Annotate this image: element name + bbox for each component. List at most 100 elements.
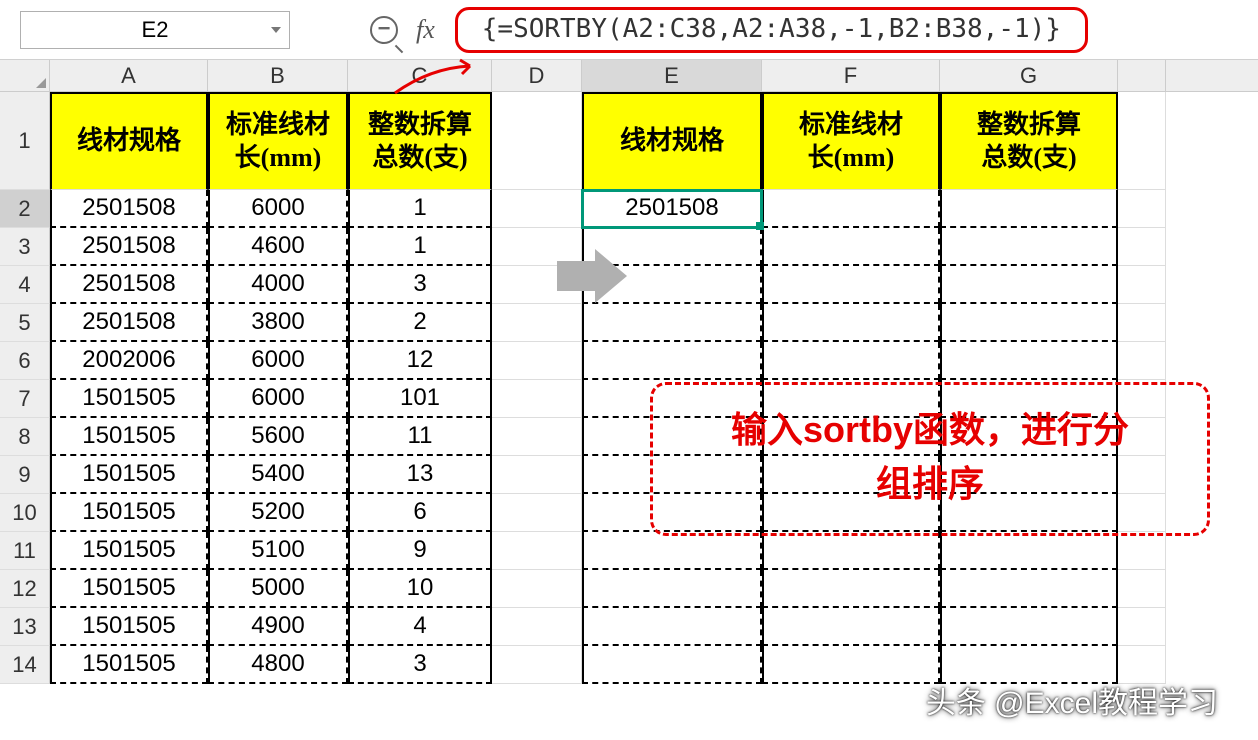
cell-C6[interactable]: 12	[348, 342, 492, 380]
header-spec-left[interactable]: 线材规格	[50, 92, 208, 190]
cell-A7[interactable]: 1501505	[50, 380, 208, 418]
col-header-E[interactable]: E	[582, 60, 762, 91]
cell-D14[interactable]	[492, 646, 582, 684]
cell-A9[interactable]: 1501505	[50, 456, 208, 494]
cell-D6[interactable]	[492, 342, 582, 380]
cell-F3[interactable]	[762, 228, 940, 266]
cell-H1[interactable]	[1118, 92, 1166, 190]
cell-B3[interactable]: 4600	[208, 228, 348, 266]
cell-B8[interactable]: 5600	[208, 418, 348, 456]
cell-B11[interactable]: 5100	[208, 532, 348, 570]
cell-C7[interactable]: 101	[348, 380, 492, 418]
col-header-D[interactable]: D	[492, 60, 582, 91]
row-header-10[interactable]: 10	[0, 494, 50, 532]
cell-B9[interactable]: 5400	[208, 456, 348, 494]
cell-C13[interactable]: 4	[348, 608, 492, 646]
cell-C2[interactable]: 1	[348, 190, 492, 228]
header-length-right[interactable]: 标准线材 长(mm)	[762, 92, 940, 190]
header-length-left[interactable]: 标准线材 长(mm)	[208, 92, 348, 190]
row-header-7[interactable]: 7	[0, 380, 50, 418]
zoom-out-icon[interactable]	[370, 16, 398, 44]
cell-A4[interactable]: 2501508	[50, 266, 208, 304]
cell-H12[interactable]	[1118, 570, 1166, 608]
col-header-A[interactable]: A	[50, 60, 208, 91]
col-header-F[interactable]: F	[762, 60, 940, 91]
cell-D10[interactable]	[492, 494, 582, 532]
cell-B10[interactable]: 5200	[208, 494, 348, 532]
cell-H4[interactable]	[1118, 266, 1166, 304]
col-header-B[interactable]: B	[208, 60, 348, 91]
cell-A3[interactable]: 2501508	[50, 228, 208, 266]
cell-E12[interactable]	[582, 570, 762, 608]
cell-G3[interactable]	[940, 228, 1118, 266]
row-header-3[interactable]: 3	[0, 228, 50, 266]
row-header-4[interactable]: 4	[0, 266, 50, 304]
cell-D12[interactable]	[492, 570, 582, 608]
cell-F2[interactable]	[762, 190, 940, 228]
row-header-6[interactable]: 6	[0, 342, 50, 380]
col-header-C[interactable]: C	[348, 60, 492, 91]
cell-E5[interactable]	[582, 304, 762, 342]
cell-D13[interactable]	[492, 608, 582, 646]
cell-F13[interactable]	[762, 608, 940, 646]
name-box[interactable]: E2	[20, 11, 290, 49]
col-header-G[interactable]: G	[940, 60, 1118, 91]
cell-C10[interactable]: 6	[348, 494, 492, 532]
cell-E6[interactable]	[582, 342, 762, 380]
cell-G4[interactable]	[940, 266, 1118, 304]
cell-A11[interactable]: 1501505	[50, 532, 208, 570]
cell-G12[interactable]	[940, 570, 1118, 608]
cell-H5[interactable]	[1118, 304, 1166, 342]
cell-G6[interactable]	[940, 342, 1118, 380]
cell-C14[interactable]: 3	[348, 646, 492, 684]
cell-C8[interactable]: 11	[348, 418, 492, 456]
cell-C12[interactable]: 10	[348, 570, 492, 608]
cell-A5[interactable]: 2501508	[50, 304, 208, 342]
row-header-13[interactable]: 13	[0, 608, 50, 646]
cell-H2[interactable]	[1118, 190, 1166, 228]
cell-D1[interactable]	[492, 92, 582, 190]
cell-D5[interactable]	[492, 304, 582, 342]
cell-A12[interactable]: 1501505	[50, 570, 208, 608]
row-header-2[interactable]: 2	[0, 190, 50, 228]
row-header-14[interactable]: 14	[0, 646, 50, 684]
cell-A13[interactable]: 1501505	[50, 608, 208, 646]
cell-D11[interactable]	[492, 532, 582, 570]
cell-D9[interactable]	[492, 456, 582, 494]
col-header-H[interactable]	[1118, 60, 1166, 91]
cell-H13[interactable]	[1118, 608, 1166, 646]
formula-input[interactable]: {=SORTBY(A2:C38,A2:A38,-1,B2:B38,-1)}	[455, 7, 1088, 53]
cell-F4[interactable]	[762, 266, 940, 304]
cell-D7[interactable]	[492, 380, 582, 418]
cell-B14[interactable]: 4800	[208, 646, 348, 684]
cell-C11[interactable]: 9	[348, 532, 492, 570]
cell-E13[interactable]	[582, 608, 762, 646]
select-all-corner[interactable]	[0, 60, 50, 91]
cell-B13[interactable]: 4900	[208, 608, 348, 646]
cell-H3[interactable]	[1118, 228, 1166, 266]
cell-C3[interactable]: 1	[348, 228, 492, 266]
cell-B7[interactable]: 6000	[208, 380, 348, 418]
cell-A6[interactable]: 2002006	[50, 342, 208, 380]
header-count-right[interactable]: 整数拆算 总数(支)	[940, 92, 1118, 190]
row-header-1[interactable]: 1	[0, 92, 50, 190]
cell-E2[interactable]: 2501508	[582, 190, 762, 228]
cell-G11[interactable]	[940, 532, 1118, 570]
row-header-5[interactable]: 5	[0, 304, 50, 342]
cell-B6[interactable]: 6000	[208, 342, 348, 380]
cell-C4[interactable]: 3	[348, 266, 492, 304]
cell-H6[interactable]	[1118, 342, 1166, 380]
cell-B2[interactable]: 6000	[208, 190, 348, 228]
cell-A8[interactable]: 1501505	[50, 418, 208, 456]
cell-D2[interactable]	[492, 190, 582, 228]
cell-F6[interactable]	[762, 342, 940, 380]
fx-icon[interactable]: fx	[416, 15, 435, 45]
cell-G13[interactable]	[940, 608, 1118, 646]
cell-B5[interactable]: 3800	[208, 304, 348, 342]
row-header-12[interactable]: 12	[0, 570, 50, 608]
cell-E11[interactable]	[582, 532, 762, 570]
cell-B4[interactable]: 4000	[208, 266, 348, 304]
cell-B12[interactable]: 5000	[208, 570, 348, 608]
row-header-11[interactable]: 11	[0, 532, 50, 570]
cell-A10[interactable]: 1501505	[50, 494, 208, 532]
